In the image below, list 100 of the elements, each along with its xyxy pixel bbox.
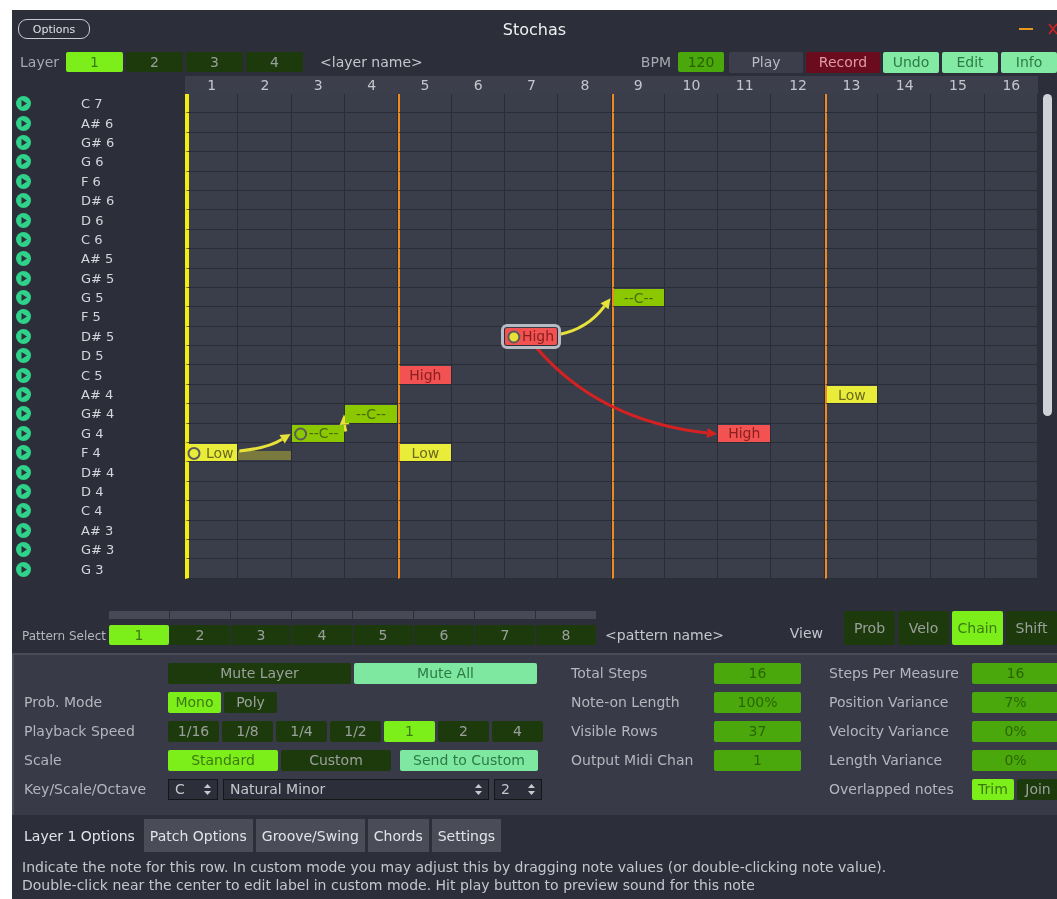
grid-cell[interactable] [558, 384, 612, 405]
grid-cell[interactable] [558, 540, 612, 560]
grid-cell[interactable] [824, 462, 879, 482]
scrollbar-thumb[interactable] [1043, 94, 1052, 416]
grid-cell[interactable] [451, 365, 505, 385]
note-name[interactable]: C 6 [81, 231, 103, 247]
play-icon[interactable] [16, 270, 31, 286]
layer-tab[interactable]: 3 [186, 52, 244, 72]
grid-cell[interactable] [824, 404, 879, 424]
record-button[interactable]: Record [806, 51, 880, 73]
grid-cell[interactable] [398, 481, 452, 502]
note-name[interactable]: G 5 [81, 290, 104, 306]
tab[interactable]: Patch Options [143, 819, 253, 852]
grid-cell[interactable] [824, 190, 879, 211]
grid-cell[interactable] [398, 113, 452, 133]
grid-cell[interactable] [344, 249, 399, 269]
pattern-button[interactable]: 1 [109, 625, 169, 645]
grid-cell[interactable] [771, 559, 825, 579]
grid-cell[interactable] [185, 229, 239, 250]
grid-cell[interactable] [238, 404, 292, 424]
grid-cell[interactable] [185, 249, 239, 269]
grid-cell[interactable] [611, 540, 665, 560]
grid-cell[interactable] [771, 520, 825, 540]
grid-cell[interactable] [398, 559, 452, 579]
grid-cell[interactable] [558, 501, 612, 521]
grid-cell[interactable] [824, 210, 879, 230]
grid-cell[interactable] [558, 171, 612, 191]
grid-cell[interactable] [344, 481, 399, 502]
note-name[interactable]: G# 6 [81, 134, 115, 150]
grid-cell[interactable] [558, 268, 612, 288]
toolbar-button[interactable]: Undo [883, 51, 939, 73]
grid-cell[interactable] [185, 287, 239, 308]
toolbar-button[interactable]: Edit [942, 51, 998, 73]
grid-cell[interactable] [185, 210, 239, 230]
play-icon[interactable] [16, 173, 31, 189]
grid-cell[interactable] [398, 307, 452, 327]
grid-cell[interactable] [398, 249, 452, 269]
grid-cell[interactable] [824, 501, 879, 521]
grid-cell[interactable] [398, 540, 452, 560]
grid-cell[interactable] [398, 229, 452, 250]
play-icon[interactable] [16, 231, 31, 247]
play-icon[interactable] [16, 464, 31, 480]
grid-cell[interactable] [611, 326, 665, 347]
grid-cell[interactable] [878, 384, 932, 405]
play-icon[interactable] [16, 348, 31, 364]
grid-cell[interactable] [611, 423, 665, 444]
play-icon[interactable] [16, 484, 31, 499]
note-name[interactable]: A# 4 [81, 387, 114, 403]
send-to-custom-button[interactable]: Send to Custom [400, 749, 538, 771]
grid-cell[interactable] [771, 365, 825, 385]
grid-cell[interactable] [771, 462, 825, 482]
pattern-button[interactable]: 5 [353, 625, 413, 645]
grid-cell[interactable] [771, 113, 825, 133]
grid-cell[interactable] [824, 132, 879, 153]
note-name[interactable]: F 5 [81, 309, 101, 325]
grid-cell[interactable] [878, 365, 932, 385]
grid-cell[interactable] [824, 540, 879, 560]
grid-cell[interactable] [771, 307, 825, 327]
grid-cell[interactable] [558, 481, 612, 502]
grid-cell[interactable] [504, 346, 559, 366]
grid-cell[interactable] [185, 559, 239, 579]
grid-cell[interactable] [344, 326, 399, 347]
grid-cell[interactable] [291, 443, 345, 463]
grid-cell[interactable] [291, 384, 345, 405]
grid-cell[interactable] [824, 113, 879, 133]
play-icon[interactable] [16, 503, 31, 519]
view-button[interactable]: Prob [844, 611, 895, 645]
mode-button[interactable]: Poly [224, 691, 277, 713]
note-name[interactable]: D# 4 [81, 464, 115, 480]
grid-cell[interactable] [771, 171, 825, 191]
grid-cell[interactable] [611, 404, 665, 424]
grid-cell[interactable] [771, 132, 825, 153]
options-button[interactable]: Options [18, 19, 90, 39]
play-icon[interactable] [16, 290, 31, 306]
grid-cell[interactable] [185, 462, 239, 482]
note-name[interactable]: A# 3 [81, 522, 114, 538]
grid-cell[interactable] [558, 113, 612, 133]
grid-cell[interactable] [771, 423, 825, 444]
note-block[interactable]: --C-- [613, 288, 664, 307]
grid-cell[interactable] [664, 307, 719, 327]
mute-all-button[interactable]: Mute All [354, 662, 537, 684]
grid-cell[interactable] [504, 365, 559, 385]
speed-button[interactable]: 1 [384, 720, 435, 742]
grid-cell[interactable] [771, 384, 825, 405]
grid-cell[interactable] [344, 113, 399, 133]
note-name[interactable]: D 5 [81, 348, 104, 364]
grid-cell[interactable] [398, 190, 452, 211]
note-name[interactable]: D# 5 [81, 328, 115, 344]
grid-cell[interactable] [344, 268, 399, 288]
note-name[interactable]: A# 6 [81, 115, 114, 131]
minimize-icon[interactable] [1019, 27, 1033, 31]
play-icon[interactable] [16, 212, 31, 228]
grid-cell[interactable] [718, 404, 772, 424]
grid-cell[interactable] [771, 540, 825, 560]
grid-cell[interactable] [558, 190, 612, 211]
grid-cell[interactable] [664, 268, 719, 288]
grid-cell[interactable] [558, 443, 612, 463]
grid-cell[interactable] [824, 520, 879, 540]
grid-cell[interactable] [771, 210, 825, 230]
grid-cell[interactable] [398, 462, 452, 482]
